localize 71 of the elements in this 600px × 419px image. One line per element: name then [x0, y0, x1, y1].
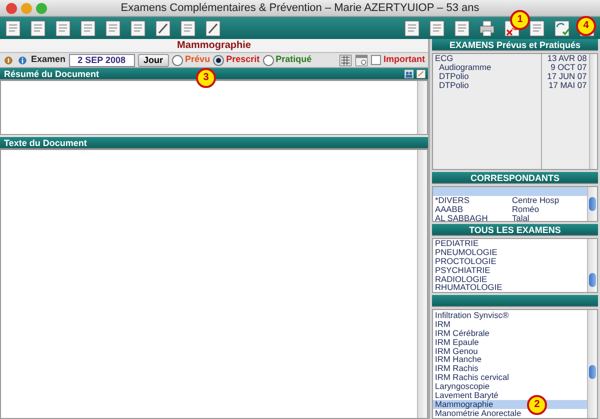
printer-icon[interactable] [478, 20, 496, 36]
calendar-icon[interactable] [354, 54, 368, 66]
status-radio[interactable]: Pratiqué [262, 53, 312, 67]
exam-name[interactable]: DTPolio [433, 80, 541, 90]
page-icon[interactable] [403, 20, 421, 36]
table-cell[interactable]: Talal [510, 214, 530, 223]
date-field[interactable]: 2 SEP 2008 [68, 54, 135, 66]
list-item[interactable]: IRM Cérébrale [433, 328, 587, 338]
table-cell[interactable]: Centre Hosp [510, 196, 560, 205]
table-cell[interactable]: *DIVERS [433, 196, 510, 205]
status-radio[interactable]: Prescrit [213, 53, 260, 67]
section-header: Résumé du Document [4, 68, 100, 80]
list-item[interactable]: RHUMATOLOGIE [433, 283, 587, 292]
scrollbar[interactable] [587, 239, 597, 292]
panel-header: EXAMENS Prévus et Pratiqués [449, 38, 581, 50]
page-icon[interactable] [129, 20, 147, 36]
info-icon[interactable] [17, 54, 28, 66]
list-item[interactable]: IRM Epaule [433, 338, 587, 347]
section-header: Texte du Document [4, 136, 87, 149]
list-item[interactable]: IRM Rachis [433, 364, 587, 374]
scrollbar[interactable] [587, 310, 597, 418]
list-item[interactable]: PROCTOLOGIE [433, 256, 587, 266]
document-title: Mammographie [0, 39, 428, 53]
scrollbar[interactable] [587, 187, 597, 221]
pencil-page-icon[interactable] [204, 20, 222, 36]
page-icon[interactable] [4, 20, 22, 36]
list-item[interactable]: RADIOLOGIE [433, 274, 587, 284]
panel-header: TOUS LES EXAMENS [469, 224, 561, 236]
page-icon[interactable] [79, 20, 97, 36]
today-button[interactable]: Jour [138, 54, 170, 66]
list-item[interactable]: PNEUMOLOGIE [433, 248, 587, 257]
table-cell[interactable]: Roméo [510, 204, 539, 214]
list-item[interactable]: IRM [433, 320, 587, 329]
page-icon[interactable] [428, 20, 446, 36]
scrollbar[interactable] [417, 81, 427, 134]
scrollbar[interactable] [417, 150, 427, 418]
exam-name[interactable]: DTPolio [433, 72, 541, 81]
important-label: Important [384, 53, 425, 66]
window-title: Examens Complémentaires & Prévention – Marie AZERTYUIOP – 53 ans [120, 0, 480, 16]
list-item[interactable]: IRM Genou [433, 346, 587, 356]
table-cell[interactable]: AL SABBAGH [433, 214, 510, 223]
list-item[interactable]: PSYCHIATRIE [433, 266, 587, 275]
panel-header: CORRESPONDANTS [470, 172, 560, 184]
exam-date: 13 AVR 08 [546, 54, 588, 63]
refresh-check-icon[interactable] [553, 20, 571, 36]
list-item[interactable]: PEDIATRIE [433, 239, 587, 248]
table-cell[interactable]: AAABB [433, 204, 510, 214]
exam-name[interactable]: Audiogramme [433, 62, 541, 72]
page-icon[interactable] [54, 20, 72, 36]
list-item[interactable]: IRM Hanche [433, 355, 587, 364]
exam-date: 17 MAI 07 [548, 80, 588, 90]
page-icon[interactable] [453, 20, 471, 36]
close-button[interactable] [6, 2, 17, 14]
info-icon[interactable] [3, 54, 14, 66]
important-checkbox[interactable] [370, 55, 380, 65]
page-icon[interactable] [179, 20, 197, 36]
grid-icon[interactable] [338, 54, 352, 66]
edit-icon[interactable] [416, 68, 426, 78]
people-icon[interactable] [404, 68, 414, 78]
scrollbar[interactable] [589, 54, 597, 169]
page-icon[interactable] [104, 20, 122, 36]
exam-label: Examen [31, 53, 66, 66]
exam-date: 9 OCT 07 [550, 62, 588, 72]
list-item[interactable]: Infiltration Synvisc® [433, 311, 587, 320]
list-item[interactable]: Laryngoscopie [433, 382, 587, 392]
list-item[interactable]: IRM Rachis cervical [433, 373, 587, 382]
exam-date: 17 JUN 07 [546, 72, 588, 81]
page-icon[interactable] [29, 20, 47, 36]
exam-name[interactable]: ECG [433, 54, 541, 63]
pencil-page-icon[interactable] [154, 20, 172, 36]
page-icon[interactable] [528, 20, 546, 36]
